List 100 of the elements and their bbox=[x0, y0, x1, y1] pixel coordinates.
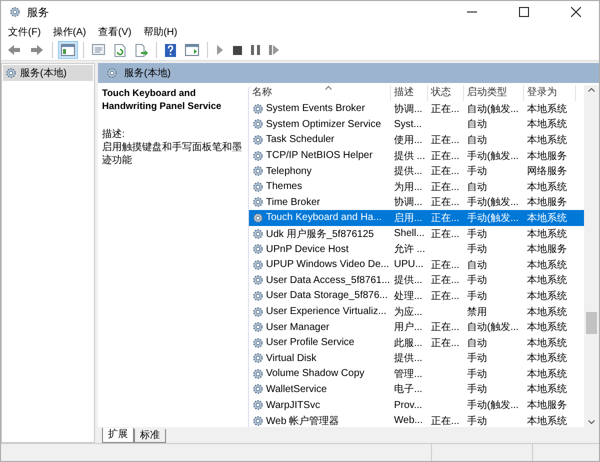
scroll-up-icon[interactable] bbox=[588, 88, 595, 92]
scroll-down-icon[interactable] bbox=[588, 420, 595, 424]
service-row[interactable]: WarpJITSvc Prov... 手动(触发... 本地服务 bbox=[249, 397, 584, 413]
column-header[interactable]: 状态 bbox=[428, 85, 464, 101]
service-name-cell: User Data Storage_5f876... bbox=[266, 290, 388, 302]
console-window-icon bbox=[185, 44, 199, 56]
service-row[interactable]: Time Broker 协调... 正在... 手动(触发... 本地服务 bbox=[249, 194, 584, 210]
service-name: Touch Keyboard and Handwriting Panel Service bbox=[102, 87, 222, 113]
table-cell-text: 手动(触发... bbox=[467, 212, 519, 225]
column-header[interactable]: 描述 bbox=[391, 85, 428, 101]
scrollbar[interactable] bbox=[584, 85, 599, 427]
table-cell-text: 此服... bbox=[394, 336, 422, 350]
service-row[interactable]: Touch Keyboard and Ha... 启用... 正在... 手动(触发... 本地系统 bbox=[249, 210, 584, 226]
service-gear-icon bbox=[252, 352, 264, 364]
export-list-icon bbox=[135, 44, 148, 56]
table-cell-text: 正在... bbox=[431, 102, 460, 116]
column-header[interactable]: 启动类型 bbox=[464, 85, 524, 101]
table-cell-text: 提供 ... bbox=[394, 150, 426, 163]
menu-item[interactable]: 查看(V) bbox=[98, 24, 132, 38]
service-gear-icon bbox=[252, 336, 264, 349]
service-name-cell: UPnP Device Host bbox=[266, 244, 349, 255]
table-cell-text: 处理... bbox=[394, 290, 422, 303]
table-cell: Shell... bbox=[394, 228, 425, 240]
service-row[interactable]: System Events Broker 协调... 正在... 自动(触发... 本地系统 bbox=[249, 101, 584, 117]
menu-item[interactable]: 文件(F) bbox=[8, 24, 41, 38]
table-cell-text: 本地系统 bbox=[527, 414, 567, 427]
toolbar-button[interactable] bbox=[58, 41, 78, 59]
service-name-cell: User Manager bbox=[266, 322, 330, 333]
service-row[interactable]: UPUP Windows Video De... UPU... 正在... 自动 本地系统 bbox=[249, 256, 584, 273]
table-cell-text: 正在... bbox=[431, 336, 460, 350]
table-cell-text: 自动(触发... bbox=[467, 321, 519, 334]
service-gear-icon bbox=[252, 321, 264, 334]
service-row[interactable]: Telephony 提供... 正在... 手动 网络服务 bbox=[249, 163, 584, 179]
service-row[interactable]: Web 帐户管理器 Web... 正在... 手动 本地系统 bbox=[249, 412, 584, 427]
service-row[interactable]: Virtual Disk 提供... 手动 本地系统 bbox=[249, 350, 584, 366]
table-cell-text: 用户... bbox=[394, 320, 422, 334]
service-row[interactable]: Task Scheduler 使用... 正在... 自动 本地系统 bbox=[249, 132, 584, 148]
service-row[interactable]: User Profile Service 此服... 正在... 自动 本地系统 bbox=[249, 334, 584, 350]
tree-item[interactable]: 服务(本地) bbox=[3, 65, 93, 81]
table-cell: Prov... bbox=[394, 400, 422, 411]
window-gear-icon bbox=[9, 6, 21, 18]
table-cell-text: 本地系统 bbox=[527, 320, 567, 334]
service-row[interactable]: WalletService 电子... 手动 本地系统 bbox=[249, 382, 584, 398]
table-cell-text: 本地系统 bbox=[527, 212, 567, 225]
resume-icon bbox=[269, 45, 280, 55]
service-row[interactable]: System Optimizer Service Syst... 自动 本地系统 bbox=[249, 116, 584, 132]
view-tab[interactable]: 标准 bbox=[134, 429, 166, 443]
table-cell-text: 本地系统 bbox=[527, 118, 567, 132]
service-row[interactable]: UPnP Device Host 允许 ... 手动 本地服务 bbox=[249, 241, 584, 257]
column-header[interactable]: 名称 bbox=[249, 85, 391, 101]
table-cell-text: 手动(触发... bbox=[467, 398, 519, 412]
table-cell-text: 协调... bbox=[394, 196, 422, 210]
table-cell-text: 正在... bbox=[431, 180, 460, 194]
service-row[interactable]: User Manager 用户... 正在... 自动(触发... 本地系统 bbox=[249, 319, 584, 335]
view-tab[interactable]: 扩展 bbox=[102, 428, 134, 443]
table-cell-text: 自动(触发... bbox=[467, 102, 519, 116]
close-icon[interactable] bbox=[571, 7, 581, 17]
service-row[interactable]: Themes 为用... 正在... 自动 本地系统 bbox=[249, 178, 584, 195]
service-name-cell: Touch Keyboard and Ha... bbox=[266, 212, 382, 224]
sort-caret-icon bbox=[325, 86, 332, 90]
toolbar-button[interactable] bbox=[162, 41, 179, 59]
menu-item[interactable]: 操作(A) bbox=[52, 24, 86, 38]
table-cell-text: 正在... bbox=[431, 414, 460, 427]
play-icon bbox=[216, 45, 224, 55]
service-row[interactable]: TCP/IP NetBIOS Helper 提供 ... 正在... 手动(触发... 本地服务 bbox=[249, 148, 584, 164]
column-header[interactable]: 登录为 bbox=[524, 85, 576, 101]
table-cell-text: 提供... bbox=[394, 165, 422, 178]
menu-item[interactable]: 帮助(H) bbox=[143, 24, 178, 38]
table-cell-text: 自动 bbox=[467, 134, 487, 147]
service-name-cell: User Data Access_5f8761... bbox=[266, 274, 390, 286]
table-cell-text: 自动 bbox=[467, 336, 487, 350]
service-gear-icon bbox=[252, 243, 264, 256]
refresh-icon bbox=[114, 44, 126, 56]
service-gear-icon bbox=[252, 165, 264, 178]
table-cell: Syst... bbox=[394, 118, 422, 130]
service-row[interactable]: Volume Shadow Copy 管理... 手动 本地系统 bbox=[249, 366, 584, 382]
table-cell-text: 本地系统 bbox=[527, 368, 567, 381]
table-cell-text: 正在... bbox=[431, 165, 460, 178]
table-cell-text: 允许 ... bbox=[394, 242, 426, 256]
service-name-cell: User Profile Service bbox=[266, 337, 354, 348]
table-cell-text: 正在... bbox=[431, 228, 460, 241]
service-row[interactable]: Udk 用户服务_5f876125 Shell... 正在... 手动 本地系统 bbox=[249, 226, 584, 242]
service-gear-icon bbox=[252, 306, 264, 318]
scroll-thumb[interactable] bbox=[586, 312, 597, 334]
maximize-icon[interactable] bbox=[519, 7, 529, 17]
toolbar-button[interactable] bbox=[182, 41, 202, 59]
service-gear-icon bbox=[252, 212, 264, 224]
description-text: 启用触摸键盘和手写面板笔和墨迹功能 bbox=[102, 141, 243, 167]
service-row[interactable]: User Data Storage_5f876... 处理... 正在... 手动 本地系统 bbox=[249, 288, 584, 304]
service-row[interactable]: User Data Access_5f8761... 提供... 正在... 手动 本地系统 bbox=[249, 272, 584, 288]
service-gear-icon bbox=[252, 180, 264, 193]
service-row[interactable]: User Experience Virtualiz... 为应... 禁用 本地系统 bbox=[249, 304, 584, 320]
service-name-cell: Task Scheduler bbox=[266, 134, 334, 146]
service-gear-icon bbox=[252, 399, 264, 412]
service-name-cell: UPUP Windows Video De... bbox=[266, 259, 390, 270]
table-cell-text: 正在... bbox=[431, 196, 460, 210]
table-cell-text: 本地系统 bbox=[527, 134, 567, 147]
service-gear-icon bbox=[252, 134, 264, 146]
table-cell-text: 手动(触发... bbox=[467, 196, 519, 210]
table-cell-text: 自动 bbox=[467, 118, 487, 132]
